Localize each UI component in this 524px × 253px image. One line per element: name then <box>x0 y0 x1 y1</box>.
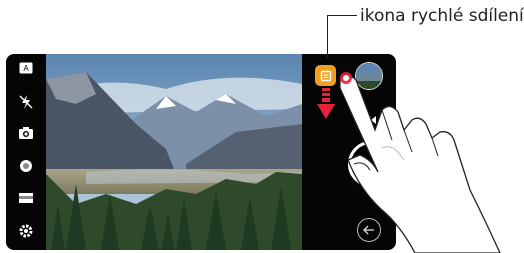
mode-badge-label: A <box>23 64 29 73</box>
callout-label: ikona rychlé sdílení <box>360 6 524 26</box>
camera-viewfinder[interactable] <box>46 54 302 250</box>
auto-mode-icon[interactable]: A <box>6 62 46 74</box>
left-control-bar: A <box>6 54 46 250</box>
callout-line <box>327 15 357 17</box>
callout-pointer <box>327 15 329 58</box>
flash-off-icon[interactable] <box>6 94 46 110</box>
aspect-ratio-icon[interactable] <box>6 192 46 204</box>
settings-icon[interactable] <box>6 224 46 238</box>
filter-icon[interactable] <box>6 158 46 174</box>
hand-gesture-illustration <box>339 72 501 253</box>
switch-camera-icon[interactable] <box>6 126 46 140</box>
